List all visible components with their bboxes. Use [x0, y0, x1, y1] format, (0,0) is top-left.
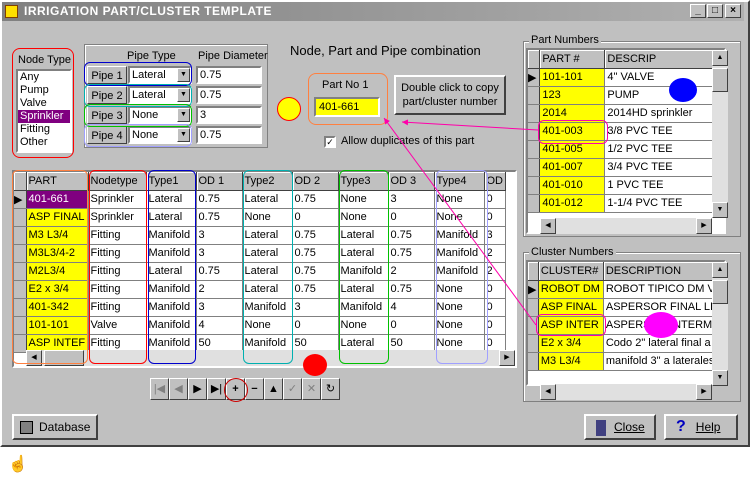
door-icon: [596, 419, 606, 436]
database-icon: [20, 421, 33, 435]
database-button[interactable]: Database: [12, 414, 98, 440]
annotation-arrows: [383, 117, 539, 326]
help-button[interactable]: ? Help: [664, 414, 738, 440]
hand-cursor-icon: ☝: [8, 456, 28, 473]
close-button[interactable]: Close: [584, 414, 656, 440]
help-icon: ?: [676, 418, 686, 435]
